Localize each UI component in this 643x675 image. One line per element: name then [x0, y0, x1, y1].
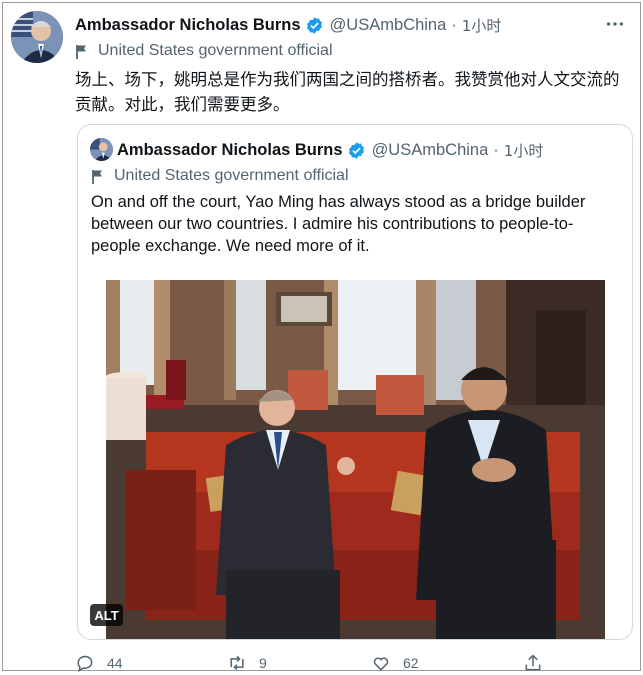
quoted-author-name[interactable]: Ambassador Nicholas Burns — [117, 141, 343, 160]
tweet-header: Ambassador Nicholas Burns @USAmbChina · … — [75, 14, 501, 36]
reply-icon — [77, 655, 93, 673]
quoted-text: On and off the court, Yao Ming has alway… — [91, 193, 586, 255]
author-handle[interactable]: @USAmbChina — [330, 16, 447, 35]
separator: · — [493, 140, 499, 159]
action-bar: 44 9 62 — [75, 651, 635, 675]
gov-label-row: United States government official — [75, 40, 333, 62]
tweet-text: 场上、场下，姚明总是作为我们两国之间的搭桥者。我赞赏他对人文交流的贡献。对此，我… — [75, 70, 620, 114]
tweet-photo[interactable] — [106, 280, 605, 639]
more-icon[interactable] — [604, 13, 626, 35]
share-button[interactable] — [523, 651, 555, 675]
quoted-gov-label: United States government official — [114, 167, 349, 184]
share-icon — [525, 654, 541, 671]
reply-count: 44 — [107, 655, 123, 671]
quoted-author-handle[interactable]: @USAmbChina — [372, 141, 489, 160]
separator: · — [451, 15, 457, 34]
quoted-header: Ambassador Nicholas Burns @USAmbChina · … — [117, 139, 543, 161]
like-count: 62 — [403, 655, 419, 671]
author-name[interactable]: Ambassador Nicholas Burns — [75, 16, 301, 35]
quoted-tweet[interactable]: Ambassador Nicholas Burns @USAmbChina · … — [77, 124, 633, 640]
retweet-count: 9 — [259, 655, 267, 671]
flag-icon — [76, 44, 86, 59]
quoted-gov-label-row: United States government official — [91, 165, 349, 187]
reply-button[interactable]: 44 — [75, 651, 123, 675]
retweet-icon — [230, 655, 244, 671]
like-icon — [373, 657, 389, 671]
alt-badge[interactable]: ALT — [90, 604, 123, 626]
quoted-timestamp[interactable]: 1小时 — [504, 140, 544, 161]
verified-badge-icon — [306, 16, 322, 34]
author-avatar[interactable] — [11, 11, 63, 63]
verified-badge-icon — [348, 141, 364, 159]
gov-label: United States government official — [98, 42, 333, 59]
tweet-card[interactable]: Ambassador Nicholas Burns @USAmbChina · … — [2, 2, 641, 673]
like-button[interactable]: 62 — [371, 651, 419, 675]
flag-icon — [92, 169, 102, 184]
quoted-author-avatar[interactable] — [90, 138, 113, 161]
retweet-button[interactable]: 9 — [227, 651, 267, 675]
timestamp[interactable]: 1小时 — [462, 15, 502, 36]
